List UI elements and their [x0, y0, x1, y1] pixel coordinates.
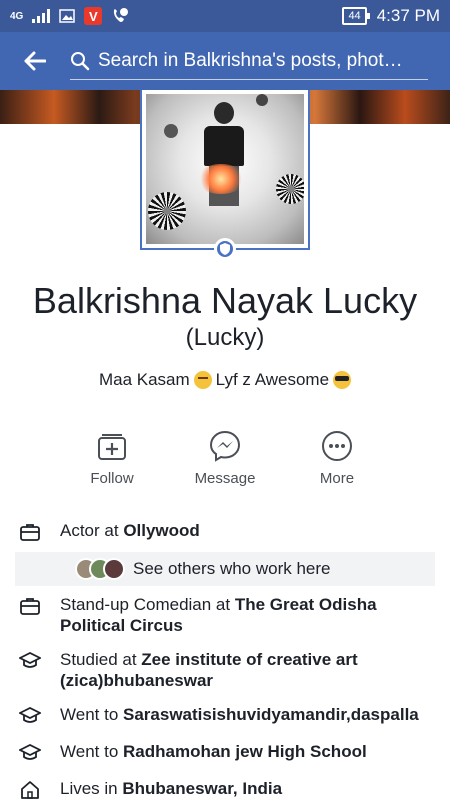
battery-icon: 44 [342, 7, 370, 25]
message-label: Message [194, 470, 256, 487]
status-bar: 4G V 44 4:37 PM [0, 0, 450, 32]
back-button[interactable] [0, 32, 70, 90]
call-icon [114, 8, 129, 22]
profile-shield-icon [214, 238, 236, 260]
work1-prefix: Actor at [60, 521, 124, 540]
search-placeholder: Search in Balkrishna's posts, phot… [98, 49, 403, 71]
briefcase-icon [20, 598, 40, 615]
clock: 4:37 PM [376, 6, 440, 25]
profile-picture-image [146, 94, 304, 244]
graduation-cap-icon [19, 744, 41, 760]
profile-picture[interactable] [140, 90, 310, 250]
follow-button[interactable]: Follow [67, 430, 157, 487]
search-icon [71, 51, 90, 70]
message-button[interactable]: Message [180, 430, 270, 487]
bio-text-1: Maa Kasam [98, 370, 190, 389]
education-item-saraswati[interactable]: Went to Saraswatisishuvidyamandir,daspal… [0, 704, 450, 728]
profile-name: Balkrishna Nayak Lucky [32, 280, 418, 321]
graduation-cap-icon [19, 652, 41, 668]
profile-actions: Follow Message More [0, 430, 450, 490]
education-item-zica[interactable]: Studied at Zee institute of creative art… [0, 649, 450, 691]
gallery-icon [59, 9, 76, 23]
edu2-place[interactable]: Saraswatisishuvidyamandir,daspalla [123, 705, 419, 724]
vivaldi-app-icon: V [84, 7, 103, 25]
network-label: 4G [10, 10, 24, 22]
edu3-place[interactable]: Radhamohan jew High School [123, 742, 367, 761]
more-label: More [319, 470, 355, 487]
home-prefix: Lives in [60, 779, 123, 798]
back-arrow-icon [24, 51, 46, 71]
angry-face-emoji-icon [193, 371, 212, 389]
home-icon [21, 781, 39, 799]
bio-text-2: Lyf z Awesome [215, 370, 330, 389]
profile-bio: Maa Kasam Lyf z Awesome [0, 370, 450, 390]
top-nav-bar: Search in Balkrishna's posts, phot… [0, 32, 450, 90]
edu1-prefix: Studied at [60, 650, 142, 669]
work-item-comedian[interactable]: Stand-up Comedian at The Great Odisha Po… [0, 594, 450, 636]
edu2-prefix: Went to [60, 705, 123, 724]
about-section: Actor at Ollywood See others who work he… [0, 520, 450, 802]
see-others-who-work-here[interactable]: See others who work here [15, 552, 435, 586]
current-city-item[interactable]: Lives in Bhubaneswar, India [0, 778, 450, 802]
messenger-icon [209, 430, 241, 462]
work1-place[interactable]: Ollywood [123, 521, 200, 540]
work-item-actor[interactable]: Actor at Ollywood [0, 520, 450, 544]
coworker-avatar [103, 558, 125, 580]
see-others-label: See others who work here [133, 559, 331, 578]
graduation-cap-icon [19, 707, 41, 723]
home-place[interactable]: Bhubaneswar, India [122, 779, 282, 798]
profile-nickname: (Lucky) [185, 324, 265, 351]
edu3-prefix: Went to [60, 742, 123, 761]
more-button[interactable]: More [292, 430, 382, 487]
search-input[interactable]: Search in Balkrishna's posts, phot… [70, 42, 428, 80]
follow-label: Follow [90, 470, 134, 487]
follow-icon [98, 434, 126, 460]
signal-icon [32, 9, 51, 23]
work2-prefix: Stand-up Comedian at [60, 595, 235, 614]
sunglasses-emoji-icon [333, 371, 352, 389]
more-icon [322, 431, 352, 461]
education-item-radhamohan[interactable]: Went to Radhamohan jew High School [0, 741, 450, 765]
briefcase-icon [20, 524, 40, 541]
